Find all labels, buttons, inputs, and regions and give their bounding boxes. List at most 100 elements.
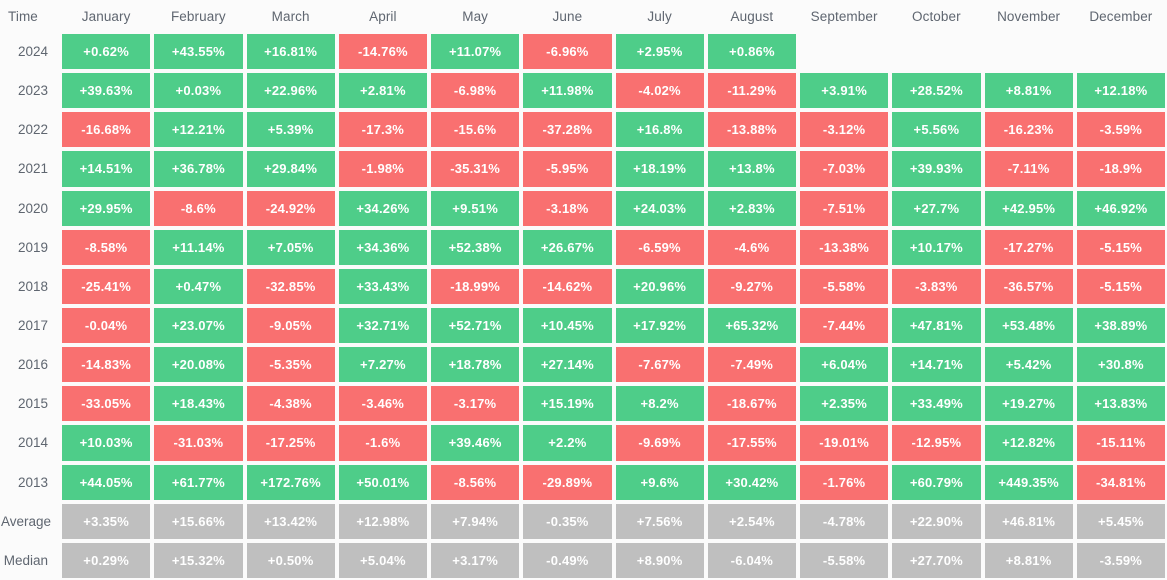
heatmap-cell[interactable]: -14.83%: [60, 345, 153, 385]
heatmap-cell[interactable]: -34.81%: [1074, 462, 1167, 502]
heatmap-cell[interactable]: -37.28%: [521, 110, 614, 150]
heatmap-cell[interactable]: -9.69%: [613, 423, 706, 463]
heatmap-cell[interactable]: +27.70%: [890, 540, 983, 580]
heatmap-cell[interactable]: +8.81%: [982, 540, 1075, 580]
heatmap-cell[interactable]: +39.46%: [429, 423, 522, 463]
heatmap-cell[interactable]: +5.04%: [336, 540, 429, 580]
heatmap-cell[interactable]: +43.55%: [152, 32, 245, 72]
heatmap-cell[interactable]: +7.56%: [613, 501, 706, 541]
heatmap-cell[interactable]: +9.6%: [613, 462, 706, 502]
heatmap-cell[interactable]: -8.6%: [152, 188, 245, 228]
heatmap-cell[interactable]: +29.95%: [60, 188, 153, 228]
heatmap-cell[interactable]: +2.35%: [798, 384, 891, 424]
heatmap-cell[interactable]: +172.76%: [244, 462, 337, 502]
heatmap-cell[interactable]: -17.3%: [336, 110, 429, 150]
heatmap-cell[interactable]: +2.95%: [613, 32, 706, 72]
heatmap-cell[interactable]: +15.19%: [521, 384, 614, 424]
heatmap-cell[interactable]: +10.45%: [521, 305, 614, 346]
heatmap-cell[interactable]: [982, 32, 1075, 72]
heatmap-cell[interactable]: -6.04%: [705, 540, 798, 580]
heatmap-cell[interactable]: -3.59%: [1074, 540, 1167, 580]
heatmap-cell[interactable]: +18.19%: [613, 149, 706, 189]
heatmap-cell[interactable]: +2.2%: [521, 423, 614, 463]
heatmap-cell[interactable]: -14.76%: [336, 32, 429, 72]
heatmap-cell[interactable]: +27.7%: [890, 188, 983, 228]
heatmap-cell[interactable]: +52.71%: [429, 305, 522, 346]
heatmap-cell[interactable]: +10.03%: [60, 423, 153, 463]
heatmap-cell[interactable]: +61.77%: [152, 462, 245, 502]
heatmap-cell[interactable]: +11.14%: [152, 227, 245, 267]
heatmap-cell[interactable]: +44.05%: [60, 462, 153, 502]
heatmap-cell[interactable]: +11.98%: [521, 71, 614, 111]
heatmap-cell[interactable]: -6.96%: [521, 32, 614, 72]
heatmap-cell[interactable]: -7.51%: [798, 188, 891, 228]
heatmap-cell[interactable]: -5.95%: [521, 149, 614, 189]
heatmap-cell[interactable]: +20.96%: [613, 266, 706, 306]
heatmap-cell[interactable]: -11.29%: [705, 71, 798, 111]
heatmap-cell[interactable]: -7.44%: [798, 305, 891, 346]
heatmap-cell[interactable]: -7.03%: [798, 149, 891, 189]
heatmap-cell[interactable]: +5.42%: [982, 345, 1075, 385]
heatmap-cell[interactable]: +0.86%: [705, 32, 798, 72]
heatmap-cell[interactable]: -12.95%: [890, 423, 983, 463]
heatmap-cell[interactable]: +5.56%: [890, 110, 983, 150]
heatmap-cell[interactable]: -8.58%: [60, 227, 153, 267]
heatmap-cell[interactable]: +3.91%: [798, 71, 891, 111]
heatmap-cell[interactable]: +26.67%: [521, 227, 614, 267]
heatmap-cell[interactable]: -17.55%: [705, 423, 798, 463]
heatmap-cell[interactable]: +32.71%: [336, 305, 429, 346]
heatmap-cell[interactable]: +50.01%: [336, 462, 429, 502]
heatmap-cell[interactable]: +11.07%: [429, 32, 522, 72]
heatmap-cell[interactable]: +8.90%: [613, 540, 706, 580]
heatmap-cell[interactable]: +22.90%: [890, 501, 983, 541]
heatmap-cell[interactable]: -17.27%: [982, 227, 1075, 267]
heatmap-cell[interactable]: -9.27%: [705, 266, 798, 306]
heatmap-cell[interactable]: +34.26%: [336, 188, 429, 228]
heatmap-cell[interactable]: +5.39%: [244, 110, 337, 150]
heatmap-cell[interactable]: +9.51%: [429, 188, 522, 228]
heatmap-cell[interactable]: +2.83%: [705, 188, 798, 228]
heatmap-cell[interactable]: +18.78%: [429, 345, 522, 385]
heatmap-cell[interactable]: -5.15%: [1074, 266, 1167, 306]
heatmap-cell[interactable]: -3.18%: [521, 188, 614, 228]
heatmap-cell[interactable]: +38.89%: [1074, 305, 1167, 346]
heatmap-cell[interactable]: +17.92%: [613, 305, 706, 346]
heatmap-cell[interactable]: +29.84%: [244, 149, 337, 189]
heatmap-cell[interactable]: -33.05%: [60, 384, 153, 424]
heatmap-cell[interactable]: -5.58%: [798, 540, 891, 580]
heatmap-cell[interactable]: -9.05%: [244, 305, 337, 346]
heatmap-cell[interactable]: +52.38%: [429, 227, 522, 267]
heatmap-cell[interactable]: +0.03%: [152, 71, 245, 111]
heatmap-cell[interactable]: -17.25%: [244, 423, 337, 463]
heatmap-cell[interactable]: +7.05%: [244, 227, 337, 267]
heatmap-cell[interactable]: +10.17%: [890, 227, 983, 267]
heatmap-cell[interactable]: -13.38%: [798, 227, 891, 267]
heatmap-cell[interactable]: +13.83%: [1074, 384, 1167, 424]
heatmap-cell[interactable]: -3.12%: [798, 110, 891, 150]
heatmap-cell[interactable]: +39.93%: [890, 149, 983, 189]
heatmap-cell[interactable]: +46.81%: [982, 501, 1075, 541]
heatmap-cell[interactable]: -1.76%: [798, 462, 891, 502]
heatmap-cell[interactable]: -19.01%: [798, 423, 891, 463]
heatmap-cell[interactable]: +30.42%: [705, 462, 798, 502]
heatmap-cell[interactable]: -36.57%: [982, 266, 1075, 306]
heatmap-cell[interactable]: -18.67%: [705, 384, 798, 424]
heatmap-cell[interactable]: -31.03%: [152, 423, 245, 463]
heatmap-cell[interactable]: +12.82%: [982, 423, 1075, 463]
heatmap-cell[interactable]: +27.14%: [521, 345, 614, 385]
heatmap-cell[interactable]: +24.03%: [613, 188, 706, 228]
heatmap-cell[interactable]: +22.96%: [244, 71, 337, 111]
heatmap-cell[interactable]: -35.31%: [429, 149, 522, 189]
heatmap-cell[interactable]: -3.17%: [429, 384, 522, 424]
heatmap-cell[interactable]: +6.04%: [798, 345, 891, 385]
heatmap-cell[interactable]: +53.48%: [982, 305, 1075, 346]
heatmap-cell[interactable]: +46.92%: [1074, 188, 1167, 228]
heatmap-cell[interactable]: -0.49%: [521, 540, 614, 580]
heatmap-cell[interactable]: -5.35%: [244, 345, 337, 385]
heatmap-cell[interactable]: -7.49%: [705, 345, 798, 385]
heatmap-cell[interactable]: +7.27%: [336, 345, 429, 385]
heatmap-cell[interactable]: +5.45%: [1074, 501, 1167, 541]
heatmap-cell[interactable]: +18.43%: [152, 384, 245, 424]
heatmap-cell[interactable]: -1.98%: [336, 149, 429, 189]
heatmap-cell[interactable]: -6.59%: [613, 227, 706, 267]
